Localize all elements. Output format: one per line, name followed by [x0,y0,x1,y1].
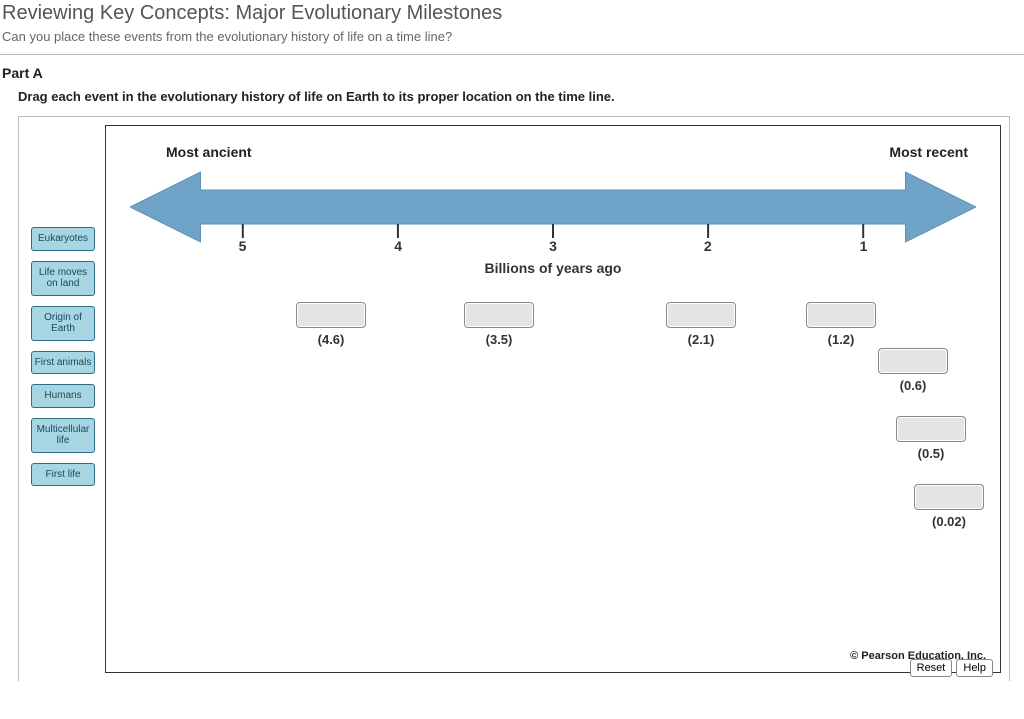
drag-item-eukaryotes[interactable]: Eukaryotes [31,227,95,251]
drop-target-2-1[interactable] [666,302,736,328]
drag-item-first-life[interactable]: First life [31,463,95,487]
instruction-text: Drag each event in the evolutionary hist… [0,89,1024,116]
drop-target-1-2[interactable] [806,302,876,328]
reset-button[interactable]: Reset [910,659,953,677]
drop-value-0-6: (0.6) [900,378,927,393]
label-most-recent: Most recent [889,144,968,160]
tick-4: 4 [394,238,402,254]
drag-bank: Eukaryotes Life moves on land Origin of … [31,227,95,486]
drop-value-1-2: (1.2) [828,332,855,347]
page-root: Reviewing Key Concepts: Major Evolutiona… [0,0,1024,719]
tick-1: 1 [860,238,868,254]
drop-target-4-6[interactable] [296,302,366,328]
divider [0,54,1024,55]
help-button[interactable]: Help [956,659,993,677]
drop-target-0-6[interactable] [878,348,948,374]
drop-value-3-5: (3.5) [486,332,513,347]
timeline-arrow [130,168,976,246]
tick-2: 2 [704,238,712,254]
page-subtitle: Can you place these events from the evol… [0,27,1024,54]
label-most-ancient: Most ancient [166,144,252,160]
page-title: Reviewing Key Concepts: Major Evolutiona… [0,0,1024,27]
tick-5: 5 [239,238,247,254]
drag-item-multicellular-life[interactable]: Multicellular life [31,418,95,453]
drop-target-0-02[interactable] [914,484,984,510]
drop-value-0-5: (0.5) [918,446,945,461]
drop-value-0-02: (0.02) [932,514,966,529]
part-label: Part A [0,65,1024,89]
drag-item-life-moves-on-land[interactable]: Life moves on land [31,261,95,296]
drag-item-origin-of-earth[interactable]: Origin of Earth [31,306,95,341]
drop-value-2-1: (2.1) [688,332,715,347]
drop-target-3-5[interactable] [464,302,534,328]
button-row: Reset Help [910,659,993,677]
tick-3: 3 [549,238,557,254]
diagram-canvas: Most ancient Most recent 5 4 3 2 1 [105,125,1001,673]
drop-target-0-5[interactable] [896,416,966,442]
drag-item-humans[interactable]: Humans [31,384,95,408]
drop-value-4-6: (4.6) [318,332,345,347]
axis-title: Billions of years ago [106,260,1000,276]
activity-container: Eukaryotes Life moves on land Origin of … [18,116,1010,681]
tick-labels: 5 4 3 2 1 [130,238,976,260]
drag-item-first-animals[interactable]: First animals [31,351,95,375]
